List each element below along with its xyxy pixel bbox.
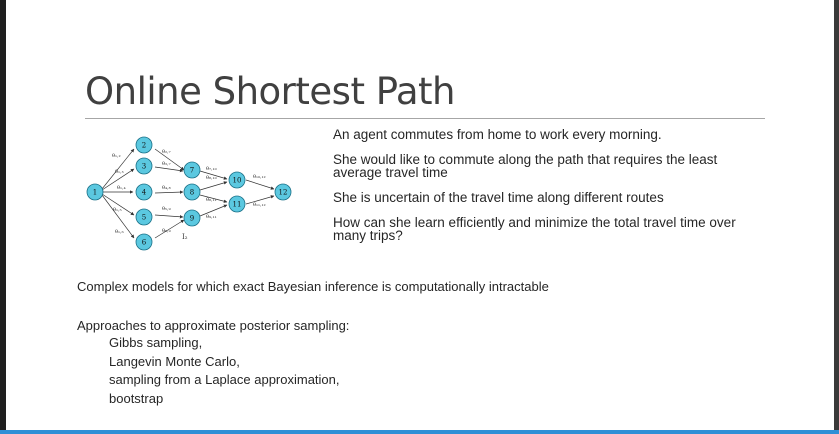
svg-text:1: 1 (93, 189, 97, 197)
svg-text:θ₁,₂: θ₁,₂ (112, 153, 121, 159)
list-item: bootstrap (109, 390, 164, 406)
svg-text:2: 2 (142, 142, 146, 150)
complex-models-text: Complex models for which exact Bayesian … (77, 279, 549, 294)
svg-text:12: 12 (279, 189, 288, 197)
list-item: Langevin Monte Carlo, (109, 353, 240, 369)
svg-text:10: 10 (233, 177, 242, 185)
svg-text:8: 8 (190, 189, 194, 197)
svg-text:θ₁,₄: θ₁,₄ (117, 185, 126, 191)
bullet-list: An agent commutes from home to work ever… (333, 128, 753, 254)
approaches-list: Gibbs sampling, Langevin Monte Carlo, sa… (109, 334, 340, 408)
list-item: sampling from a Laplace approximation, (109, 372, 340, 387)
svg-text:6: 6 (142, 239, 147, 247)
svg-text:θ₁₀,₁₂: θ₁₀,₁₂ (253, 174, 266, 180)
shortest-path-graph: θ₁,₂ θ₁,₃ θ₁,₄ θ₁,₅ θ₁,₆ θ₂,₇ θ₃,₇ θ₄,₈ … (82, 132, 302, 252)
svg-text:θ₁₁,₁₂: θ₁₁,₁₂ (253, 202, 266, 208)
svg-text:θ₈,₁₁: θ₈,₁₁ (206, 197, 217, 203)
svg-text:θ₁,₆: θ₁,₆ (115, 229, 124, 235)
svg-text:θ₃,₇: θ₃,₇ (162, 161, 171, 167)
bullet-item: She is uncertain of the travel time alon… (333, 190, 664, 205)
svg-text:θ₉,₁₁: θ₉,₁₁ (206, 214, 217, 220)
right-window-edge (834, 0, 839, 434)
bullet-item: She would like to commute along the path… (333, 152, 718, 180)
bullet-item: How can she learn efficiently and minimi… (333, 215, 736, 243)
svg-text:3: 3 (142, 163, 146, 171)
svg-text:7: 7 (190, 167, 194, 175)
svg-text:11: 11 (233, 201, 242, 209)
svg-text:I₂: I₂ (182, 233, 188, 241)
slide-title: Online Shortest Path (85, 70, 456, 113)
svg-text:θ₅,₉: θ₅,₉ (162, 206, 171, 212)
bullet-item: An agent commutes from home to work ever… (333, 127, 662, 142)
svg-text:θ₈,₁₀: θ₈,₁₀ (206, 175, 217, 181)
list-item: Gibbs sampling, (109, 335, 203, 350)
svg-text:5: 5 (142, 214, 146, 222)
svg-text:θ₄,₈: θ₄,₈ (162, 185, 171, 191)
approaches-heading: Approaches to approximate posterior samp… (77, 318, 350, 333)
svg-text:4: 4 (142, 189, 147, 197)
svg-text:θ₁,₅: θ₁,₅ (113, 207, 122, 213)
title-divider (85, 118, 765, 119)
accent-bar (0, 430, 839, 434)
svg-text:θ₇,₁₀: θ₇,₁₀ (206, 166, 217, 172)
svg-text:9: 9 (190, 215, 194, 223)
svg-text:θ₆,₉: θ₆,₉ (162, 228, 171, 234)
slide-canvas: Online Shortest Path θ₁,₂ θ₁,₃ θ₁,₄ θ₁,₅… (6, 0, 834, 430)
svg-text:θ₁,₃: θ₁,₃ (115, 169, 124, 175)
svg-text:θ₂,₇: θ₂,₇ (162, 149, 171, 155)
